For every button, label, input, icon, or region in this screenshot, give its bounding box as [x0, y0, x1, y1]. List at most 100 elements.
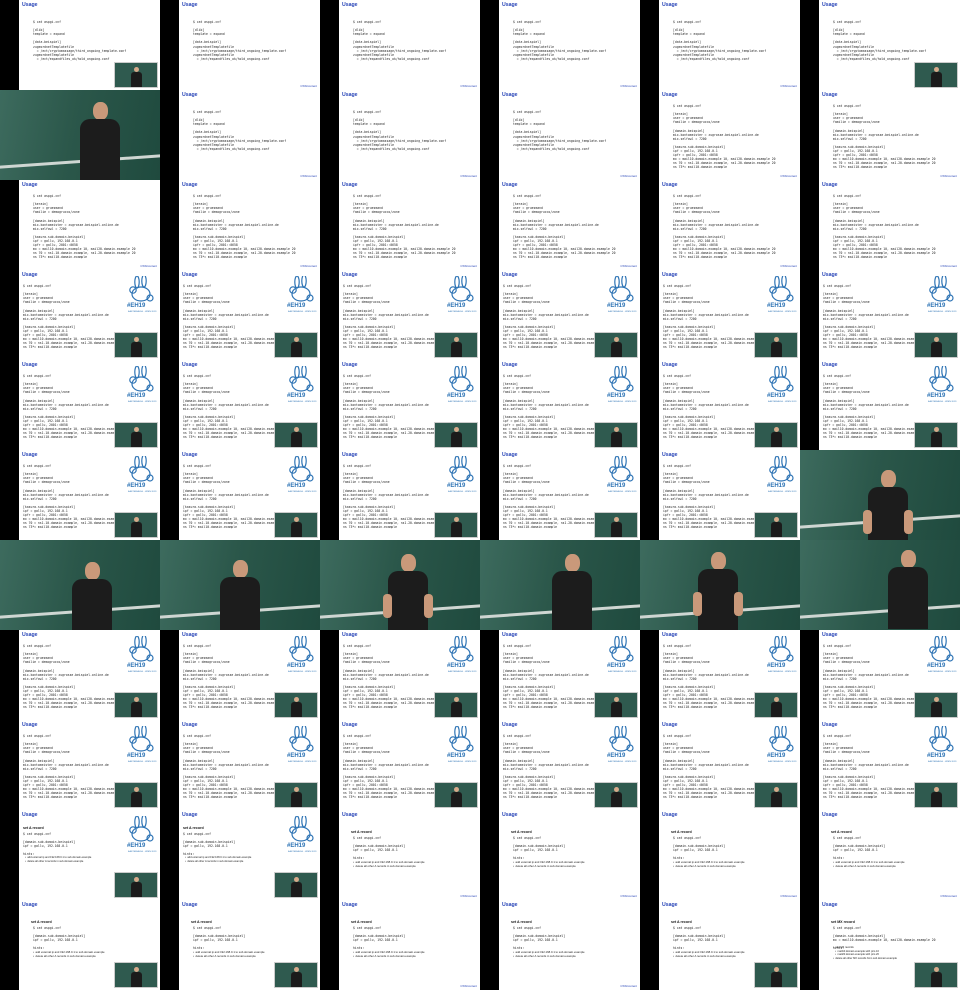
video-thumbnail[interactable]	[0, 540, 160, 630]
video-thumbnail[interactable]: UsageCSSContent$ cat aspgi.cnf [kerain] …	[160, 630, 320, 720]
video-thumbnail[interactable]: UsageCSSContentset A record$ cat aspgi.c…	[480, 900, 640, 990]
video-thumbnail[interactable]: UsageCSSContentset MX record$ cat aspgi.…	[800, 900, 960, 990]
video-thumbnail[interactable]: UsageCSSContent$ cat aspgi.cnf [kerain] …	[320, 720, 480, 810]
video-thumbnail[interactable]: UsageCSSContent$ cat aspgi.cnf [kerain] …	[800, 360, 960, 450]
video-thumbnail[interactable]: UsageCSSContent$ cat aspgi.cnf [kerain] …	[0, 360, 160, 450]
video-thumbnail[interactable]: UsageCSSContent$ cat aspgi.cnf [kerain] …	[160, 270, 320, 360]
slide-title: Usage	[822, 362, 838, 368]
video-thumbnail[interactable]: UsageCSSContent$ cat aspgi.cnf [kerain] …	[320, 180, 480, 270]
video-thumbnail[interactable]: UsageCSSContent$ cat aspgi.cnf [kerain] …	[160, 180, 320, 270]
video-thumbnail[interactable]: UsageCSSContent$ cat aspgi.cnf [kerain] …	[320, 450, 480, 540]
slide-heading: set A record	[511, 830, 532, 834]
speaker-body	[611, 522, 622, 537]
slide-title: Usage	[662, 362, 678, 368]
video-thumbnail[interactable]: UsageCSSContent$ cat aspgi.cnf [kerain] …	[480, 630, 640, 720]
slide-heading: set A record	[671, 830, 692, 834]
event-logo-text: #EH19	[127, 843, 146, 849]
video-thumbnail[interactable]: UsageCSSContent$ cat aspgi.cnf [kerain] …	[0, 720, 160, 810]
slide-heading: set A record	[351, 830, 372, 834]
slide-title: Usage	[662, 452, 678, 458]
video-thumbnail[interactable]: UsageCSSContent$ cat aspgi.cnf [kerain] …	[800, 90, 960, 180]
video-thumbnail[interactable]: UsageCSSContent$ cat aspgi.cnf [kerain] …	[320, 360, 480, 450]
video-thumbnail[interactable]: UsageCSSContent$ cat aspgi.cnf [kerain] …	[320, 630, 480, 720]
video-thumbnail[interactable]: UsageCSSContent$ cat aspgi.cnf [kerain] …	[160, 450, 320, 540]
video-thumbnail[interactable]: UsageCSSContent$ cat aspgi.cnf [kerain] …	[640, 630, 800, 720]
speaker-body	[931, 432, 942, 447]
video-thumbnail[interactable]: UsageCSSContent$ cat aspgi.cnf [dlib] te…	[320, 0, 480, 90]
video-thumbnail[interactable]	[800, 450, 960, 540]
slide-title: Usage	[182, 452, 198, 458]
video-thumbnail[interactable]: UsageCSSContent$ cat aspgi.cnf [kerain] …	[640, 450, 800, 540]
video-thumbnail[interactable]: UsageCSSContent$ cat aspgi.cnf [kerain] …	[800, 720, 960, 810]
video-thumbnail[interactable]: UsageCSSContent$ cat aspgi.cnf [kerain] …	[480, 720, 640, 810]
video-thumbnail[interactable]: UsageCSSContentset A record$ cat aspgi.c…	[320, 810, 480, 900]
video-thumbnail[interactable]	[0, 90, 160, 180]
hint-list: • add MX records • mail10.domain.example…	[833, 946, 897, 961]
slide-title: Usage	[182, 812, 198, 818]
slide-title: Usage	[22, 902, 38, 908]
video-thumbnail[interactable]	[160, 540, 320, 630]
video-thumbnail[interactable]: UsageCSSContentset A record$ cat aspgi.c…	[0, 810, 160, 900]
slide-footer: CSSContent	[460, 84, 477, 88]
video-thumbnail[interactable]: UsageCSSContent$ cat aspgi.cnf [kerain] …	[480, 180, 640, 270]
event-logo-text: #EH19	[447, 483, 466, 489]
video-thumbnail[interactable]: UsageCSSContent$ cat aspgi.cnf [kerain] …	[0, 270, 160, 360]
video-thumbnail[interactable]: UsageCSSContent$ cat aspgi.cnf [dlib] te…	[480, 90, 640, 180]
video-thumbnail[interactable]: UsageCSSContentset A record$ cat aspgi.c…	[640, 900, 800, 990]
video-thumbnail[interactable]: UsageCSSContent$ cat aspgi.cnf [dlib] te…	[800, 0, 960, 90]
speaker-body	[131, 792, 142, 807]
video-thumbnail[interactable]: UsageCSSContent$ cat aspgi.cnf [dlib] te…	[160, 0, 320, 90]
video-thumbnail[interactable]: UsageCSSContent$ cat aspgi.cnf [kerain] …	[480, 360, 640, 450]
speaker-figure	[931, 697, 942, 717]
slide-title: Usage	[502, 272, 518, 278]
video-thumbnail[interactable]: UsageCSSContent$ cat aspgi.cnf [kerain] …	[320, 270, 480, 360]
video-thumbnail[interactable]: UsageCSSContent$ cat aspgi.cnf [kerain] …	[0, 630, 160, 720]
video-thumbnail[interactable]: UsageCSSContentset A record$ cat aspgi.c…	[320, 900, 480, 990]
video-thumbnail[interactable]: UsageCSSContent$ cat aspgi.cnf [kerain] …	[640, 180, 800, 270]
video-thumbnail[interactable]: UsageCSSContent$ cat aspgi.cnf [kerain] …	[0, 180, 160, 270]
video-thumbnail[interactable]: UsageCSSContent$ cat aspgi.cnf [dlib] te…	[320, 90, 480, 180]
video-thumbnail[interactable]: UsageCSSContent$ cat aspgi.cnf [dlib] te…	[0, 0, 160, 90]
video-thumbnail[interactable]: UsageCSSContentset A record$ cat aspgi.c…	[160, 810, 320, 900]
video-thumbnail[interactable]: UsageCSSContent$ cat aspgi.cnf [kerain] …	[160, 720, 320, 810]
video-thumbnail[interactable]: UsageCSSContent$ cat aspgi.cnf [kerain] …	[480, 270, 640, 360]
slide-code: $ cat aspgi.cnf [dlib] template = expand…	[513, 20, 607, 61]
slide: Usage CSSContent set A record $ cat aspgi.c…	[659, 810, 800, 900]
video-thumbnail[interactable]: UsageCSSContent$ cat aspgi.cnf [kerain] …	[160, 360, 320, 450]
video-thumbnail[interactable]	[320, 540, 480, 630]
video-thumbnail[interactable]: UsageCSSContent$ cat aspgi.cnf [dlib] te…	[160, 90, 320, 180]
slide-code: $ cat aspgi.cnf [kerain] user = gruesman…	[503, 734, 605, 800]
video-thumbnail[interactable]: UsageCSSContentset A record$ cat aspgi.c…	[800, 810, 960, 900]
video-thumbnail[interactable]: UsageCSSContent$ cat aspgi.cnf [dlib] te…	[480, 0, 640, 90]
speaker-body	[771, 432, 782, 447]
video-thumbnail[interactable]: UsageCSSContent$ cat aspgi.cnf [kerain] …	[480, 450, 640, 540]
video-thumbnail[interactable]: UsageCSSContentset A record$ cat aspgi.c…	[0, 900, 160, 990]
speaker-head	[711, 552, 726, 570]
video-thumbnail[interactable]: UsageCSSContent$ cat aspgi.cnf [kerain] …	[640, 270, 800, 360]
speaker-head	[93, 102, 108, 120]
video-thumbnail[interactable]: UsageCSSContent$ cat aspgi.cnf [dlib] te…	[640, 0, 800, 90]
video-thumbnail[interactable]: UsageCSSContent$ cat aspgi.cnf [kerain] …	[640, 720, 800, 810]
slide-code: $ cat aspgi.cnf [dlib] template = expand…	[513, 110, 607, 151]
video-thumbnail[interactable]	[480, 540, 640, 630]
video-thumbnail[interactable]: UsageCSSContent$ cat aspgi.cnf [kerain] …	[800, 180, 960, 270]
video-thumbnail[interactable]: UsageCSSContentset A record$ cat aspgi.c…	[640, 810, 800, 900]
video-thumbnail[interactable]: UsageCSSContent$ cat aspgi.cnf [kerain] …	[640, 90, 800, 180]
video-thumbnail[interactable]: UsageCSSContent$ cat aspgi.cnf [kerain] …	[800, 630, 960, 720]
video-thumbnail[interactable]: UsageCSSContentset A record$ cat aspgi.c…	[480, 810, 640, 900]
video-thumbnail[interactable]: UsageCSSContentset A record$ cat aspgi.c…	[160, 900, 320, 990]
speaker-figure	[771, 967, 782, 987]
speaker-body	[131, 342, 142, 357]
video-thumbnail[interactable]	[640, 540, 800, 630]
video-thumbnail[interactable]: UsageCSSContent$ cat aspgi.cnf [kerain] …	[640, 360, 800, 450]
video-thumbnail[interactable]	[800, 540, 960, 630]
slide: Usage CSSContent $ cat aspgi.cnf [dlib] te…	[499, 0, 640, 90]
video-thumbnail[interactable]: UsageCSSContent$ cat aspgi.cnf [kerain] …	[800, 270, 960, 360]
event-logo-subtitle: EASTERHEGG · WIEN 2019	[608, 401, 637, 403]
bunny-logo-icon	[929, 366, 954, 392]
speaker-figure	[291, 967, 302, 987]
slide-heading: set A record	[183, 826, 204, 830]
slide-title: Usage	[22, 812, 38, 818]
video-thumbnail[interactable]: UsageCSSContent$ cat aspgi.cnf [kerain] …	[0, 450, 160, 540]
slide: Usage CSSContent $ cat aspgi.cnf [dlib] te…	[339, 90, 480, 180]
